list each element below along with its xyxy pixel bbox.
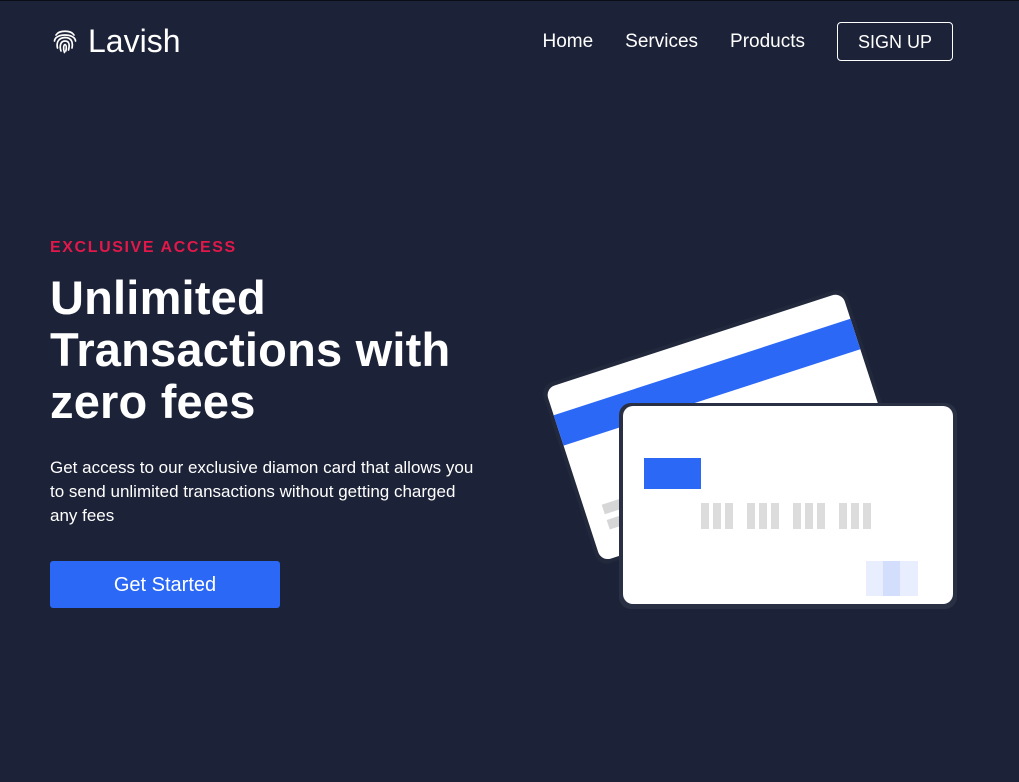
brand-name: Lavish [88, 23, 181, 59]
landing-page: Lavish Home Services Products SIGN UP EX… [0, 0, 1019, 782]
hero-description: Get access to our exclusive diamon card … [50, 458, 474, 525]
nav-link-products[interactable]: Products [730, 23, 805, 61]
get-started-button[interactable]: Get Started [50, 561, 280, 608]
nav-links: Home Services Products SIGN UP [542, 22, 953, 61]
nav-link-services[interactable]: Services [625, 23, 698, 61]
hero-section: EXCLUSIVE ACCESS Unlimited Transactions … [50, 238, 490, 528]
fingerprint-icon [52, 27, 78, 55]
brand-logo-link[interactable]: Lavish [52, 23, 181, 59]
headline-line: zero fees [50, 375, 256, 428]
headline-line: Unlimited [50, 271, 266, 324]
navbar: Lavish Home Services Products SIGN UP [0, 1, 1019, 83]
hero-eyebrow: EXCLUSIVE ACCESS [50, 239, 237, 256]
signup-button[interactable]: SIGN UP [837, 22, 953, 61]
front-card [619, 403, 957, 609]
credit-cards-illustration [520, 281, 980, 631]
hero-headline: Unlimited Transactions with zero fees [50, 272, 490, 428]
headline-line: Transactions with [50, 323, 451, 376]
nav-link-home[interactable]: Home [542, 23, 593, 61]
